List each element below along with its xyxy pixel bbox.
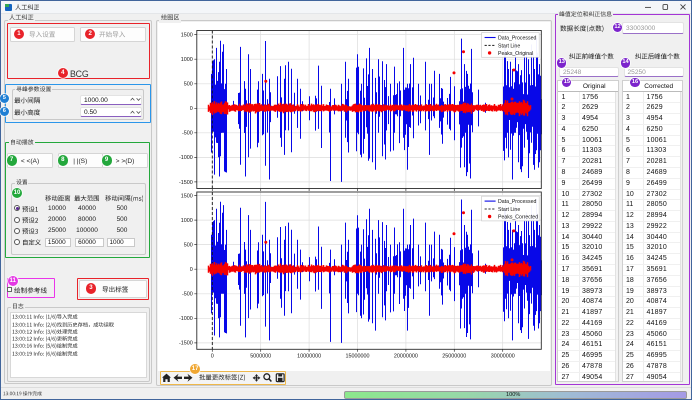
- svg-text:Start Line: Start Line: [498, 43, 520, 49]
- svg-text:Peaks_Original: Peaks_Original: [498, 51, 533, 57]
- svg-text:5000000: 5000000: [250, 354, 271, 360]
- svg-text:10000000: 10000000: [297, 354, 321, 360]
- svg-text:-500: -500: [182, 131, 193, 137]
- svg-text:30000000: 30000000: [491, 354, 515, 360]
- svg-text:Data_Processed: Data_Processed: [498, 199, 536, 205]
- svg-text:Peaks_Corrected: Peaks_Corrected: [498, 215, 538, 221]
- svg-text:Data_Processed: Data_Processed: [498, 35, 536, 41]
- svg-text:1000: 1000: [181, 218, 193, 224]
- svg-text:Start Line: Start Line: [498, 207, 520, 213]
- svg-text:0: 0: [211, 354, 214, 360]
- svg-text:1000: 1000: [181, 57, 193, 63]
- svg-text:-1500: -1500: [179, 341, 193, 347]
- svg-text:-1000: -1000: [179, 155, 193, 161]
- svg-text:15000000: 15000000: [346, 354, 370, 360]
- svg-text:-500: -500: [182, 292, 193, 298]
- svg-text:-1000: -1000: [179, 316, 193, 322]
- svg-text:0: 0: [190, 267, 193, 273]
- svg-text:20000000: 20000000: [394, 354, 418, 360]
- svg-text:1500: 1500: [181, 193, 193, 199]
- svg-text:500: 500: [184, 242, 193, 248]
- svg-text:0: 0: [190, 106, 193, 112]
- svg-text:-1500: -1500: [179, 180, 193, 186]
- svg-text:25000000: 25000000: [442, 354, 466, 360]
- svg-text:1500: 1500: [181, 32, 193, 38]
- svg-text:500: 500: [184, 82, 193, 88]
